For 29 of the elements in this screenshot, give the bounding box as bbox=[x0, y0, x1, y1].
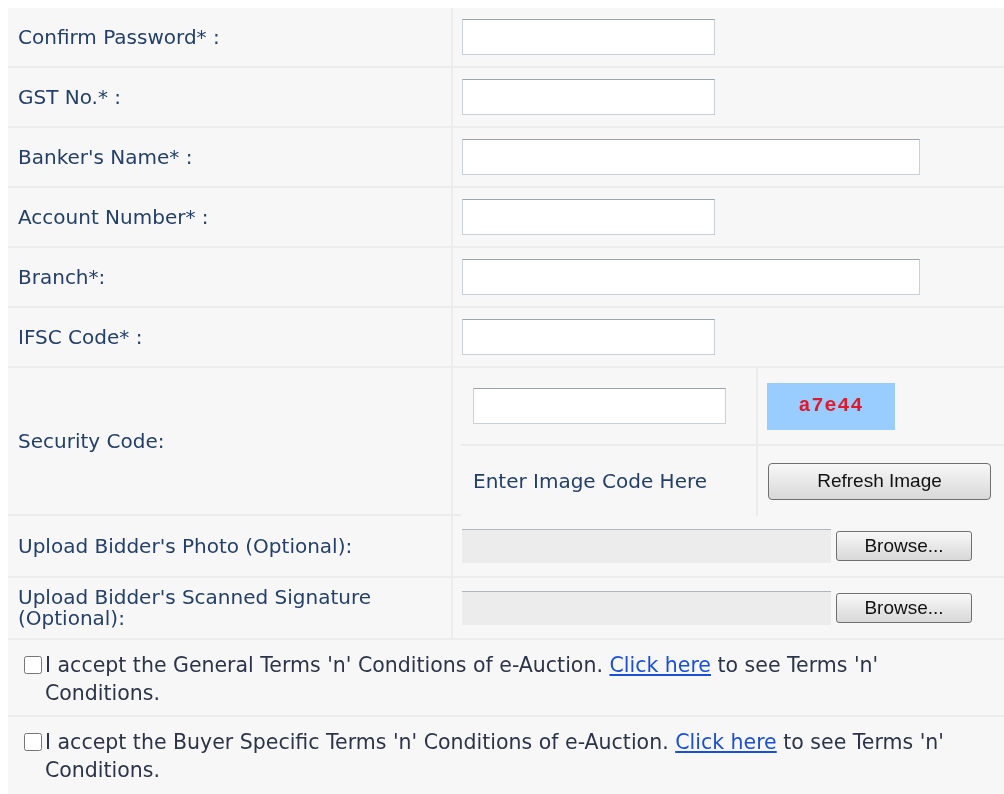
field-label: Upload Bidder's Scanned Signature (Optional): bbox=[18, 587, 373, 629]
input-field[interactable] bbox=[462, 139, 920, 175]
terms-sentence: I accept the General Terms 'n' Conditions of e-Auction. Click here to see Terms 'n' Conditions. bbox=[45, 652, 880, 707]
field-label: Banker's Name* : bbox=[18, 146, 193, 168]
file-path-field[interactable] bbox=[462, 529, 831, 563]
input-field[interactable] bbox=[462, 259, 920, 295]
captcha-image: a7e44 bbox=[767, 382, 895, 430]
input-field[interactable] bbox=[462, 319, 715, 355]
field-label: Account Number* : bbox=[18, 206, 209, 228]
browse-button[interactable]: Browse... bbox=[836, 531, 972, 561]
refresh-image-button[interactable]: Refresh Image bbox=[768, 462, 991, 500]
checkbox[interactable] bbox=[24, 733, 42, 751]
field-label: Upload Bidder's Photo (Optional): bbox=[18, 535, 353, 557]
captcha-hint: Enter Image Code Here bbox=[473, 468, 708, 495]
browse-button[interactable]: Browse... bbox=[836, 593, 972, 623]
input-field[interactable] bbox=[462, 19, 715, 55]
terms-link[interactable]: Click here bbox=[609, 653, 711, 677]
field-label: Confirm Password* : bbox=[18, 26, 220, 48]
file-path-field[interactable] bbox=[462, 591, 831, 625]
captcha-input-field[interactable] bbox=[473, 388, 726, 424]
field-label: Security Code: bbox=[18, 430, 165, 452]
terms-link[interactable]: Click here bbox=[675, 730, 777, 754]
input-field[interactable] bbox=[462, 199, 715, 235]
input-field[interactable] bbox=[462, 79, 715, 115]
field-label: IFSC Code* : bbox=[18, 326, 143, 348]
checkbox[interactable] bbox=[24, 656, 42, 674]
field-label: GST No.* : bbox=[18, 86, 122, 108]
field-label: Branch*: bbox=[18, 266, 106, 288]
terms-sentence: I accept the Buyer Specific Terms 'n' Conditions of e-Auction. Click here to see Terms 'n' Conditions. bbox=[45, 729, 945, 784]
